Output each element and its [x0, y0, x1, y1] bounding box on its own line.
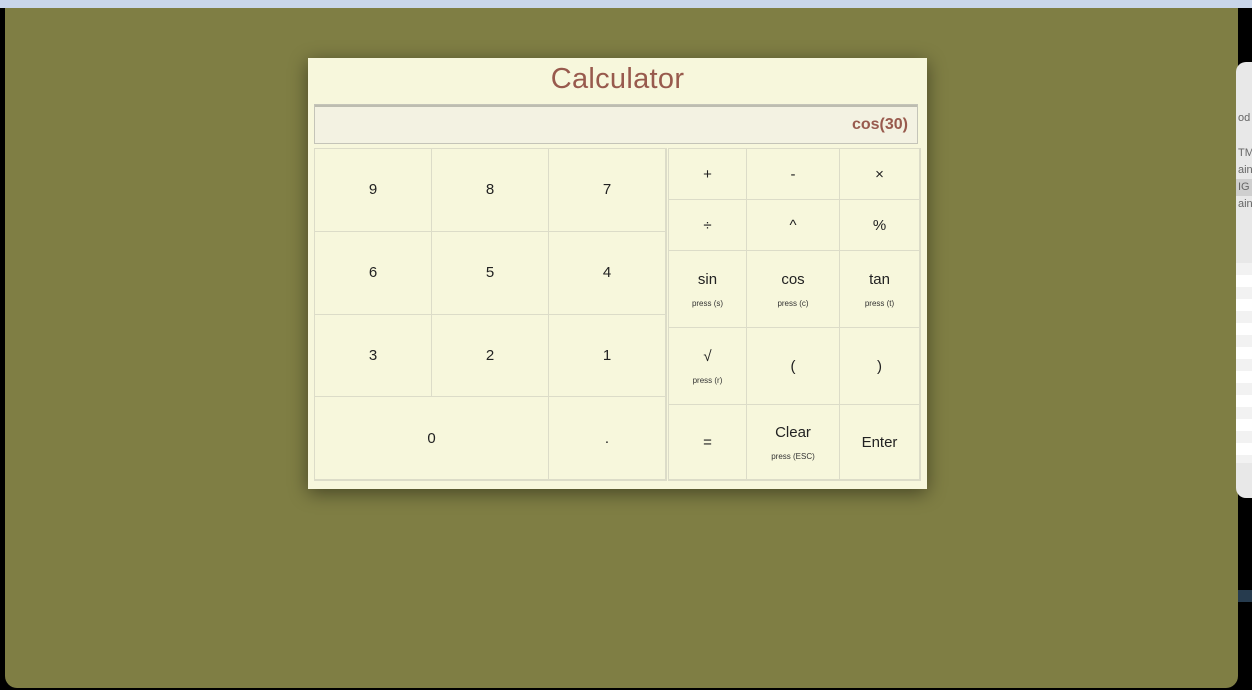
key-divide[interactable]: ÷	[668, 199, 747, 251]
key-label: (	[790, 357, 796, 375]
side-panel-overlay: od TM ain IG ain	[1236, 62, 1252, 498]
key-label: ÷	[703, 216, 712, 234]
side-panel-list	[1236, 263, 1252, 463]
key-6[interactable]: 6	[314, 230, 432, 315]
key-label: -	[790, 165, 796, 183]
calculator: Calculator cos(30) 9 8 7 6 5 4 3 2 1 0 .…	[308, 58, 927, 489]
calculator-title: Calculator	[550, 63, 685, 95]
side-panel-item: TM	[1238, 147, 1252, 159]
key-hint: press (t)	[864, 298, 895, 308]
key-close-paren[interactable]: )	[839, 327, 920, 405]
key-label: cos	[781, 270, 805, 288]
key-label: 0	[427, 429, 436, 447]
key-enter[interactable]: Enter	[839, 404, 920, 480]
key-label: ^	[789, 216, 797, 234]
key-plus[interactable]: +	[668, 148, 747, 200]
key-label: sin	[697, 270, 718, 288]
key-label: )	[877, 357, 882, 375]
key-label: Enter	[861, 433, 898, 451]
key-label: 4	[602, 264, 612, 282]
side-panel-item: ain	[1238, 198, 1252, 210]
side-panel-item: od	[1238, 112, 1251, 124]
calculator-display: cos(30)	[314, 104, 918, 144]
key-label: 5	[485, 264, 495, 282]
key-label: 2	[485, 346, 495, 364]
display-expression: cos(30)	[851, 116, 908, 133]
key-label: %	[872, 216, 887, 234]
key-0[interactable]: 0	[314, 396, 549, 480]
key-label: ×	[875, 165, 884, 183]
side-panel-item: ain	[1238, 164, 1252, 176]
key-1[interactable]: 1	[548, 313, 666, 398]
key-9[interactable]: 9	[314, 148, 432, 232]
key-sin[interactable]: sin press (s)	[668, 250, 747, 328]
key-8[interactable]: 8	[431, 148, 549, 232]
key-hint: press (s)	[691, 298, 724, 308]
key-7[interactable]: 7	[548, 148, 666, 232]
number-pad: 9 8 7 6 5 4 3 2 1 0 .	[314, 148, 667, 481]
key-equals[interactable]: =	[668, 404, 747, 480]
side-panel-item: IG	[1236, 179, 1252, 196]
key-label: 7	[602, 181, 612, 199]
key-hint: press (c)	[777, 298, 809, 308]
key-power[interactable]: ^	[746, 199, 840, 251]
key-hint: press (ESC)	[771, 451, 815, 461]
key-tan[interactable]: tan press (t)	[839, 250, 920, 328]
key-5[interactable]: 5	[431, 230, 549, 315]
key-label: 1	[602, 346, 612, 364]
operator-pad: + - × ÷ ^ % sin press (s) cos press (c) ta…	[668, 148, 921, 481]
key-label: 8	[485, 181, 495, 199]
key-open-paren[interactable]: (	[746, 327, 840, 405]
browser-top-bar	[0, 0, 1252, 8]
key-label: =	[703, 433, 712, 451]
key-label: 6	[368, 264, 378, 282]
key-hint: press (r)	[692, 375, 723, 385]
key-label: tan	[869, 270, 890, 288]
key-label: Clear	[775, 423, 811, 441]
key-label: 3	[368, 346, 378, 364]
key-2[interactable]: 2	[431, 313, 549, 398]
key-label: .	[604, 429, 610, 447]
key-label: √	[703, 347, 712, 365]
key-4[interactable]: 4	[548, 230, 666, 315]
window-edge-strip	[1238, 590, 1252, 602]
key-label: +	[703, 165, 712, 183]
key-decimal[interactable]: .	[548, 396, 666, 480]
key-label: 9	[368, 181, 378, 199]
key-percent[interactable]: %	[839, 199, 920, 251]
key-cos[interactable]: cos press (c)	[746, 250, 840, 328]
key-minus[interactable]: -	[746, 148, 840, 200]
key-multiply[interactable]: ×	[839, 148, 920, 200]
key-clear[interactable]: Clear press (ESC)	[746, 404, 840, 480]
key-sqrt[interactable]: √ press (r)	[668, 327, 747, 405]
key-3[interactable]: 3	[314, 313, 432, 398]
